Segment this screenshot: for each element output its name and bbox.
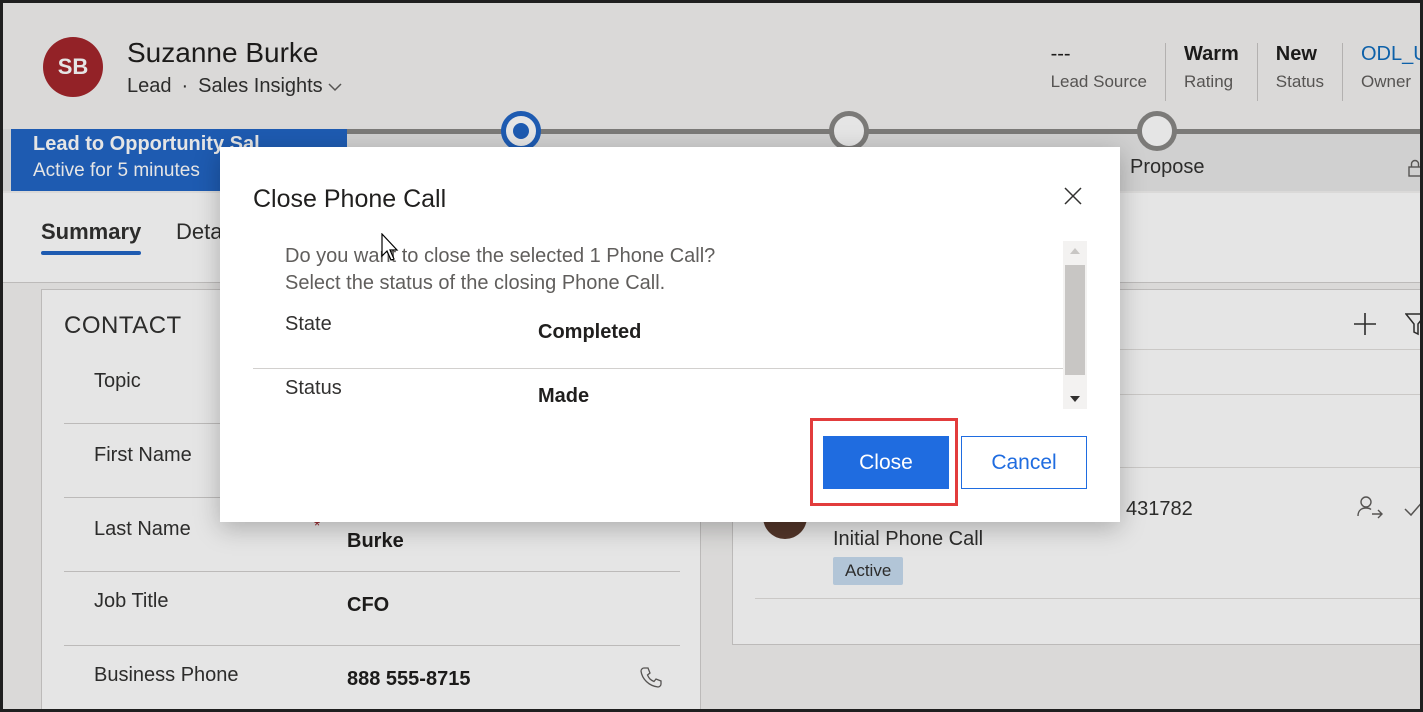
status-row: Status Made bbox=[253, 369, 1063, 409]
cancel-button[interactable]: Cancel bbox=[961, 436, 1087, 489]
scroll-up-arrow-icon[interactable] bbox=[1063, 241, 1087, 261]
close-button[interactable]: Close bbox=[823, 436, 949, 489]
status-label: Status bbox=[285, 377, 342, 399]
close-phone-call-dialog: Close Phone Call Do you want to close th… bbox=[220, 147, 1120, 522]
state-row: State Completed bbox=[253, 305, 1063, 369]
dialog-body: Do you want to close the selected 1 Phon… bbox=[253, 239, 1087, 409]
scrollbar-thumb[interactable] bbox=[1065, 265, 1085, 375]
dialog-message-line-2: Select the status of the closing Phone C… bbox=[285, 272, 666, 294]
dialog-scrollbar[interactable] bbox=[1063, 241, 1087, 409]
state-label: State bbox=[285, 313, 332, 335]
scroll-down-arrow-icon[interactable] bbox=[1063, 389, 1087, 409]
mouse-pointer-icon bbox=[381, 233, 399, 261]
dialog-message: Do you want to close the selected 1 Phon… bbox=[285, 243, 715, 297]
close-icon[interactable] bbox=[1062, 185, 1084, 207]
status-select[interactable]: Made bbox=[538, 385, 589, 408]
dialog-message-line-1: Do you want to close the selected 1 Phon… bbox=[285, 245, 716, 267]
state-select[interactable]: Completed bbox=[538, 321, 641, 344]
dialog-title: Close Phone Call bbox=[253, 185, 447, 213]
app-window: SB Suzanne Burke Lead · Sales Insights -… bbox=[0, 0, 1423, 712]
